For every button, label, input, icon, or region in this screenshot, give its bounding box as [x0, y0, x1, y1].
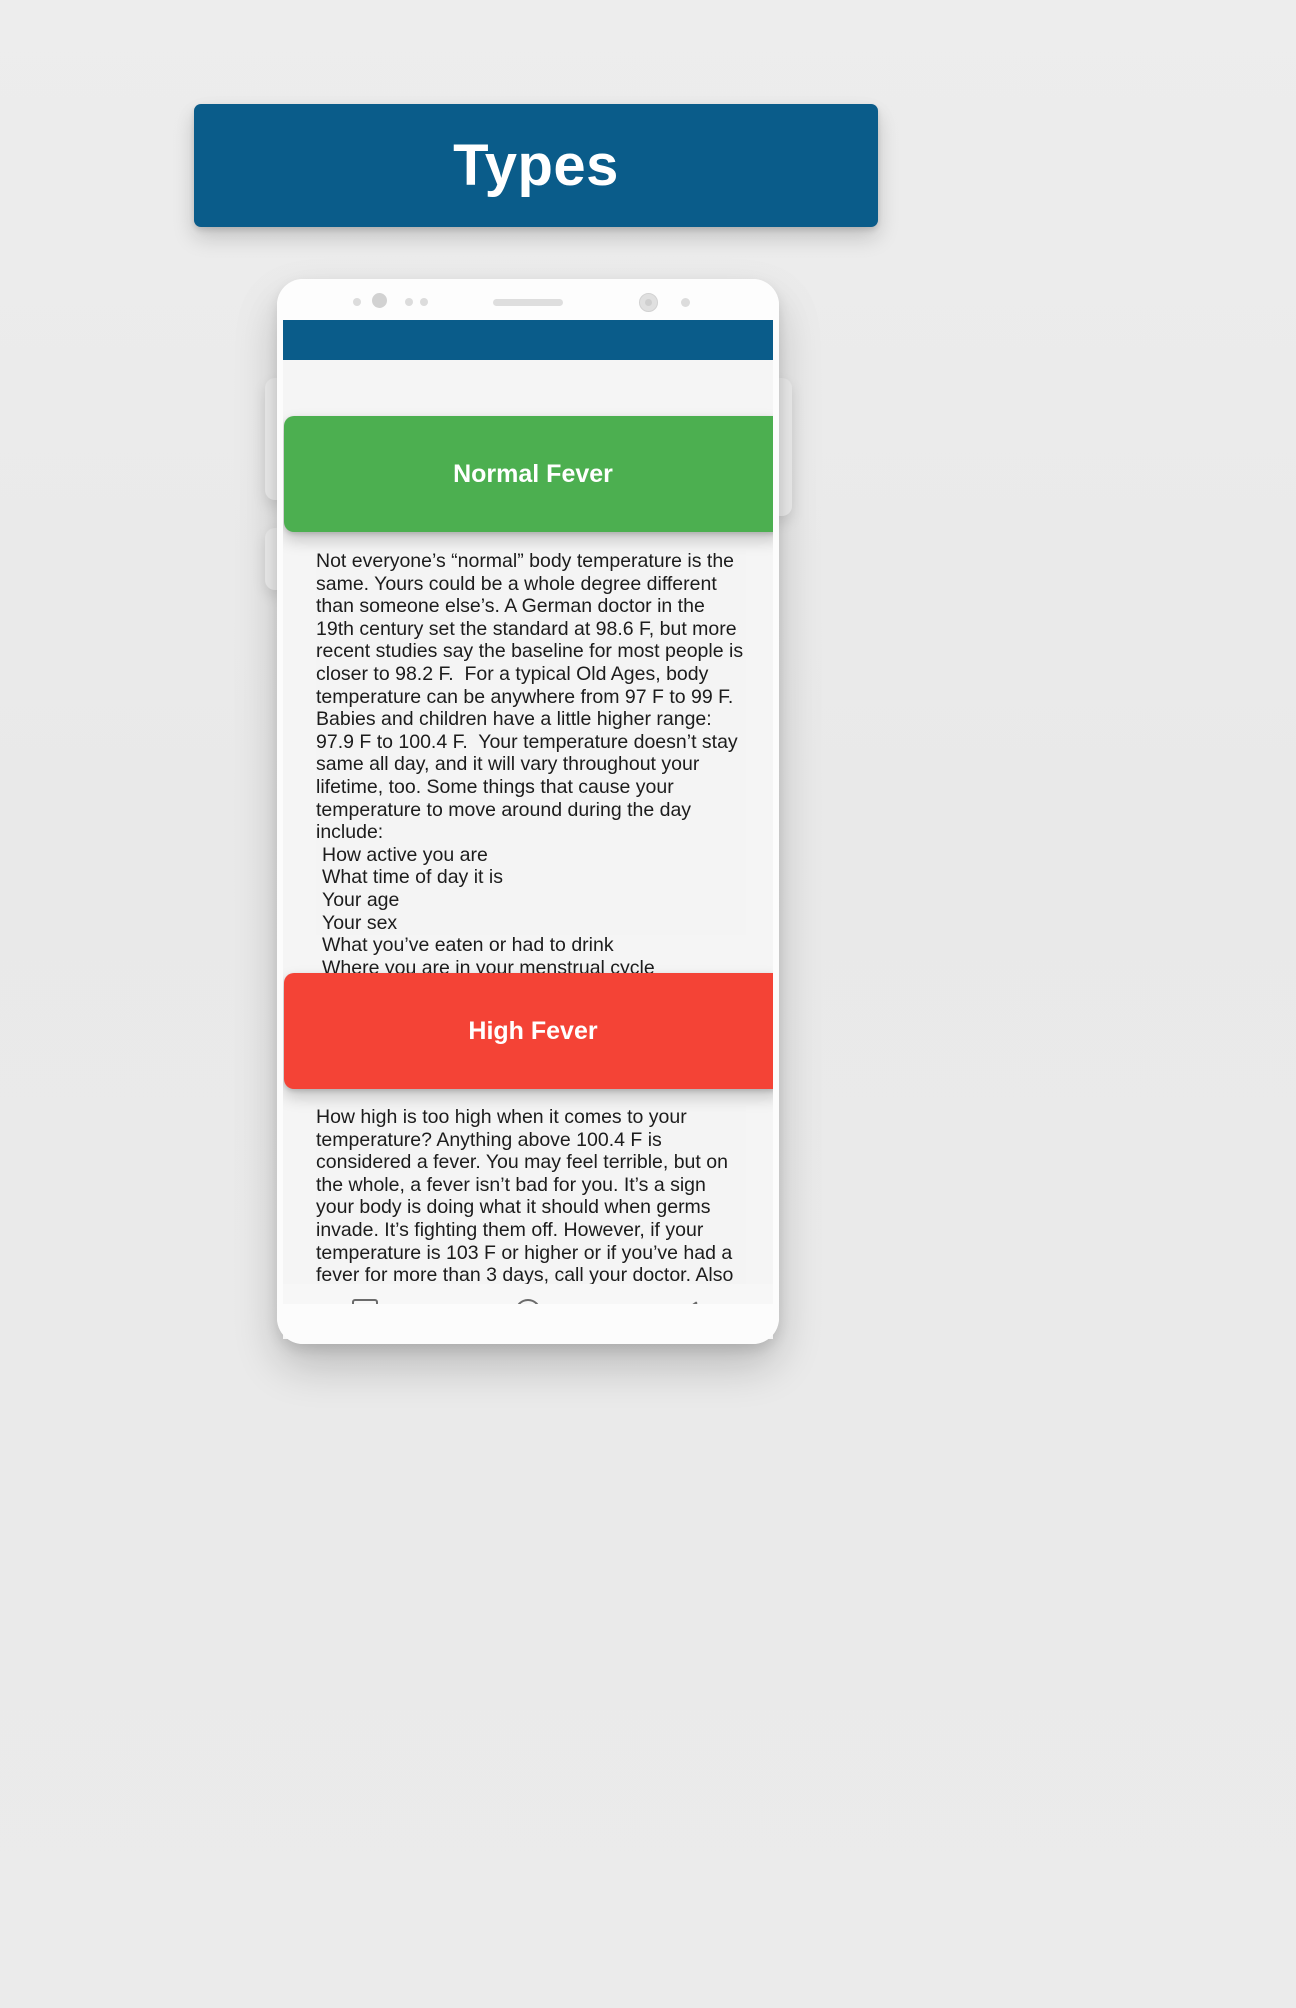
- section-header-high-fever[interactable]: High Fever: [284, 973, 773, 1089]
- list-item: What time of day it is: [322, 866, 503, 889]
- light-sensor-icon: [372, 293, 387, 308]
- list-item: Your age: [322, 888, 400, 911]
- list-item: What you’ve eaten or had to drink: [322, 934, 614, 957]
- earpiece-speaker-icon: [493, 299, 563, 306]
- phone-bottom-bezel: [277, 1304, 779, 1344]
- sensor-icon: [420, 298, 428, 306]
- section-list-normal-fever: How active you are What time of day it i…: [316, 844, 746, 980]
- sensor-icon: [405, 298, 413, 306]
- section-paragraph: Not everyone’s “normal” body temperature…: [316, 550, 749, 844]
- phone-screen: Not everyone’s “normal” body temperature…: [283, 320, 773, 1304]
- section-paragraph: How high is too high when it comes to yo…: [316, 1106, 734, 1304]
- phone-top-bezel: [277, 279, 779, 320]
- led-indicator-icon: [681, 298, 690, 307]
- page-title: Types: [453, 132, 619, 198]
- section-header-label: High Fever: [468, 1016, 598, 1045]
- list-item: How active you are: [322, 843, 488, 866]
- app-content-scroll[interactable]: Not everyone’s “normal” body temperature…: [283, 360, 773, 1304]
- list-item: Your sex: [322, 911, 398, 934]
- section-header-normal-fever[interactable]: Normal Fever: [284, 416, 773, 532]
- section-header-label: Normal Fever: [453, 459, 613, 488]
- app-bar: [283, 320, 773, 360]
- section-body-normal-fever: Not everyone’s “normal” body temperature…: [316, 550, 749, 979]
- screenshot-stage: Types Not everyone’s “normal” body tempe…: [0, 0, 1296, 2008]
- front-camera-icon: [639, 293, 658, 312]
- phone-mockup: Not everyone’s “normal” body temperature…: [277, 279, 779, 1344]
- proximity-sensor-icon: [353, 298, 361, 306]
- section-body-high-fever: How high is too high when it comes to yo…: [316, 1106, 746, 1304]
- page-title-banner: Types: [194, 104, 878, 227]
